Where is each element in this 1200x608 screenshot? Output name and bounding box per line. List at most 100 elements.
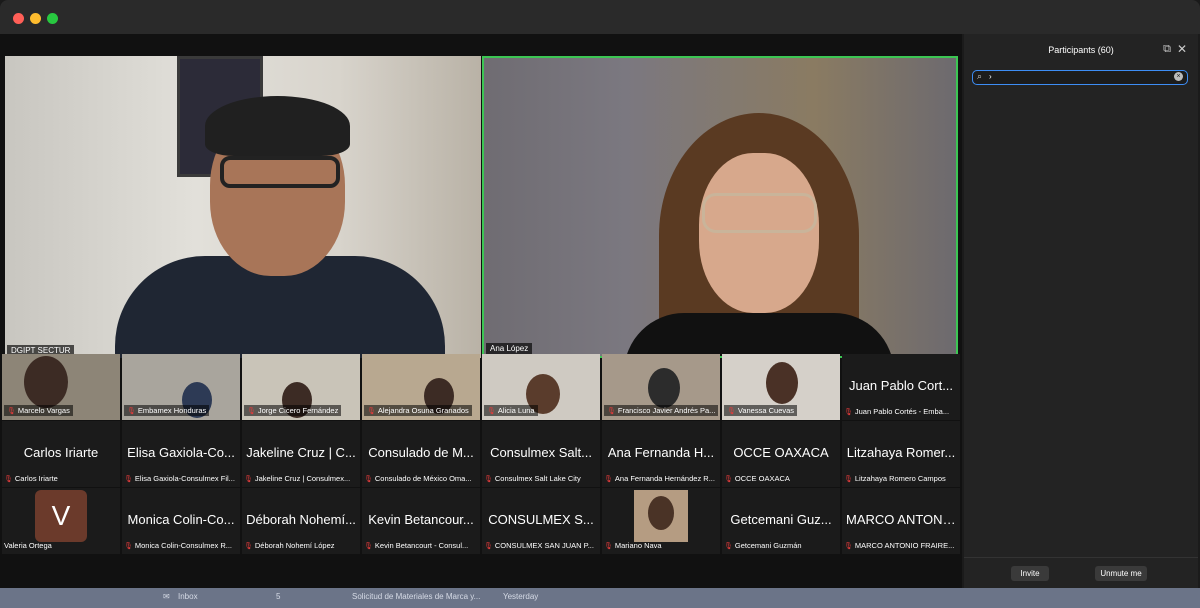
participant-display-name: Ana Fernanda H...: [607, 445, 715, 460]
participant-display-name: Déborah Nohemí...: [246, 512, 356, 527]
clear-search-icon[interactable]: ×: [1174, 72, 1183, 81]
participant-label: 🎙 Ana Fernanda Hernández R...: [604, 474, 715, 483]
participant-display-name: Consulmex Salt...: [490, 445, 592, 460]
glasses: [702, 193, 817, 233]
participant-label: 🎙 Marcelo Vargas: [4, 405, 73, 416]
participant-display-name: Monica Colin-Co...: [127, 512, 235, 527]
gallery-tile[interactable]: Consulmex Salt... 🎙 Consulmex Salt Lake C…: [482, 421, 600, 487]
inbox-count: 5: [276, 592, 281, 601]
gallery-tile[interactable]: 🎙 Alejandra Osuna Granados: [362, 354, 480, 420]
gallery-tile[interactable]: Ana Fernanda H... 🎙 Ana Fernanda Hernánde…: [602, 421, 720, 487]
gallery-tile[interactable]: 🎙 Vanessa Cuevas: [722, 354, 840, 420]
gallery-tile[interactable]: 🎙 Alicia Luna: [482, 354, 600, 420]
participants-panel: Participants (60) ⧉ ✕ ⌕ › × Invite Unmut…: [964, 34, 1198, 592]
gallery-tile[interactable]: Juan Pablo Cort... 🎙 Juan Pablo Cortés - …: [842, 354, 960, 420]
participant-display-name: Juan Pablo Cort...: [848, 378, 954, 393]
muted-mic-icon: 🎙: [844, 543, 853, 550]
participant-video: [766, 362, 798, 404]
gallery-tile[interactable]: OCCE OAXACA 🎙 OCCE OAXACA: [722, 421, 840, 487]
gallery-tile[interactable]: Déborah Nohemí... 🎙 Déborah Nohemí López: [242, 488, 360, 554]
muted-mic-icon: 🎙: [4, 476, 13, 483]
gallery-tile[interactable]: Jakeline Cruz | C... 🎙 Jakeline Cruz | Co…: [242, 421, 360, 487]
gallery-tile[interactable]: Carlos Iriarte 🎙 Carlos Iriarte: [2, 421, 120, 487]
participant-label: 🎙 MARCO ANTONIO FRAIRE...: [844, 541, 955, 550]
muted-mic-icon: 🎙: [727, 408, 736, 415]
participant-display-name: Consulado de M...: [368, 445, 474, 460]
background-mail-strip: ✉ Inbox 5 Solicitud de Materiales de Mar…: [0, 588, 1200, 608]
participant-label: 🎙 CONSULMEX SAN JUAN P...: [484, 541, 594, 550]
gallery-tile[interactable]: Kevin Betancour... 🎙 Kevin Betancourt - C…: [362, 488, 480, 554]
participant-label: 🎙 Monica Colin-Consulmex R...: [124, 541, 233, 550]
popout-icon[interactable]: ⧉: [1163, 43, 1171, 56]
gallery-tile[interactable]: Getcemani Guz... 🎙 Getcemani Guzmán: [722, 488, 840, 554]
participant-display-name: Kevin Betancour...: [368, 512, 474, 527]
video-tile-ana-lopez[interactable]: Ana López: [482, 56, 958, 358]
muted-mic-icon: 🎙: [247, 408, 256, 415]
participant-display-name: Getcemani Guz...: [730, 512, 832, 527]
participant-label: 🎙 Litzahaya Romero Campos: [844, 474, 946, 483]
participant-display-name: Jakeline Cruz | C...: [246, 445, 356, 460]
avatar: V: [35, 490, 87, 542]
participant-label: 🎙 Getcemani Guzmán: [724, 541, 802, 550]
participant-label: 🎙 Elisa Gaxiola-Consulmex Fil...: [124, 474, 235, 483]
participant-display-name: Elisa Gaxiola-Co...: [127, 445, 235, 460]
mail-subject[interactable]: Solicitud de Materiales de Marca y...: [352, 592, 480, 601]
muted-mic-icon: 🎙: [604, 543, 613, 550]
muted-mic-icon: 🎙: [724, 543, 733, 550]
muted-mic-icon: 🎙: [844, 409, 853, 416]
muted-mic-icon: 🎙: [244, 543, 253, 550]
gallery-tile[interactable]: Elisa Gaxiola-Co... 🎙 Elisa Gaxiola-Consu…: [122, 421, 240, 487]
video-tile-dgipt-sectur[interactable]: DGIPT SECTUR: [5, 56, 481, 358]
gallery-tile[interactable]: 🎙 Embamex Honduras: [122, 354, 240, 420]
gallery-tile[interactable]: MARCO ANTONI... 🎙 MARCO ANTONIO FRAIRE...: [842, 488, 960, 554]
muted-mic-icon: 🎙: [367, 408, 376, 415]
gallery-tile[interactable]: 🎙 Francisco Javier Andrés Pa...: [602, 354, 720, 420]
gallery-tile[interactable]: 🎙 Marcelo Vargas: [2, 354, 120, 420]
participant-label: Valeria Ortega: [4, 541, 52, 550]
gallery-tile[interactable]: CONSULMEX S... 🎙 CONSULMEX SAN JUAN P...: [482, 488, 600, 554]
participant-display-name: MARCO ANTONI...: [846, 512, 957, 527]
gallery-grid: 🎙 Marcelo Vargas 🎙 Embamex Honduras 🎙 Jorge…: [2, 354, 960, 554]
gallery-tile[interactable]: Consulado de M... 🎙 Consulado de México O…: [362, 421, 480, 487]
muted-mic-icon: 🎙: [844, 476, 853, 483]
participant-display-name: OCCE OAXACA: [733, 445, 829, 460]
participant-label: 🎙 Mariano Nava: [604, 541, 662, 550]
maximize-window-button[interactable]: [47, 13, 58, 24]
muted-mic-icon: 🎙: [484, 476, 493, 483]
participant-label: 🎙 Alejandra Osuna Granados: [364, 405, 472, 416]
muted-mic-icon: 🎙: [607, 408, 616, 415]
participant-label: 🎙 OCCE OAXACA: [724, 474, 790, 483]
gallery-tile[interactable]: 🎙 Jorge Cicero Fernández: [242, 354, 360, 420]
close-icon[interactable]: ✕: [1177, 42, 1187, 56]
participant-label: 🎙 Consulmex Salt Lake City: [484, 474, 581, 483]
minimize-window-button[interactable]: [30, 13, 41, 24]
participant-label: 🎙 Carlos Iriarte: [4, 474, 58, 483]
participant-label: 🎙 Consulado de México Oma...: [364, 474, 472, 483]
gallery-tile[interactable]: Litzahaya Romer... 🎙 Litzahaya Romero Cam…: [842, 421, 960, 487]
invite-button[interactable]: Invite: [1011, 566, 1049, 581]
search-value: ›: [989, 72, 992, 81]
participant-video: [24, 356, 68, 408]
participant-display-name: Litzahaya Romer...: [846, 445, 956, 460]
close-window-button[interactable]: [13, 13, 24, 24]
person-head: [648, 496, 674, 530]
muted-mic-icon: 🎙: [604, 476, 613, 483]
muted-mic-icon: 🎙: [487, 408, 496, 415]
participant-label: 🎙 Kevin Betancourt - Consul...: [364, 541, 469, 550]
participant-search-input[interactable]: ⌕ › ×: [972, 70, 1188, 85]
muted-mic-icon: 🎙: [127, 408, 136, 415]
gallery-tile[interactable]: 🎙 Mariano Nava: [602, 488, 720, 554]
title-bar: [0, 0, 1200, 34]
participant-label: 🎙 Embamex Honduras: [124, 405, 210, 416]
gallery-tile[interactable]: Monica Colin-Co... 🎙 Monica Colin-Consulm…: [122, 488, 240, 554]
participant-display-name: CONSULMEX S...: [488, 512, 594, 527]
gallery-tile[interactable]: V Valeria Ortega: [2, 488, 120, 554]
inbox-label[interactable]: Inbox: [178, 592, 198, 601]
unmute-me-button[interactable]: Unmute me: [1095, 566, 1147, 581]
person-head: [699, 153, 819, 313]
mail-icon: ✉: [163, 592, 170, 601]
participant-video: [648, 368, 680, 408]
muted-mic-icon: 🎙: [364, 543, 373, 550]
participant-label: 🎙 Francisco Javier Andrés Pa...: [604, 405, 719, 416]
participant-photo: [634, 490, 688, 542]
